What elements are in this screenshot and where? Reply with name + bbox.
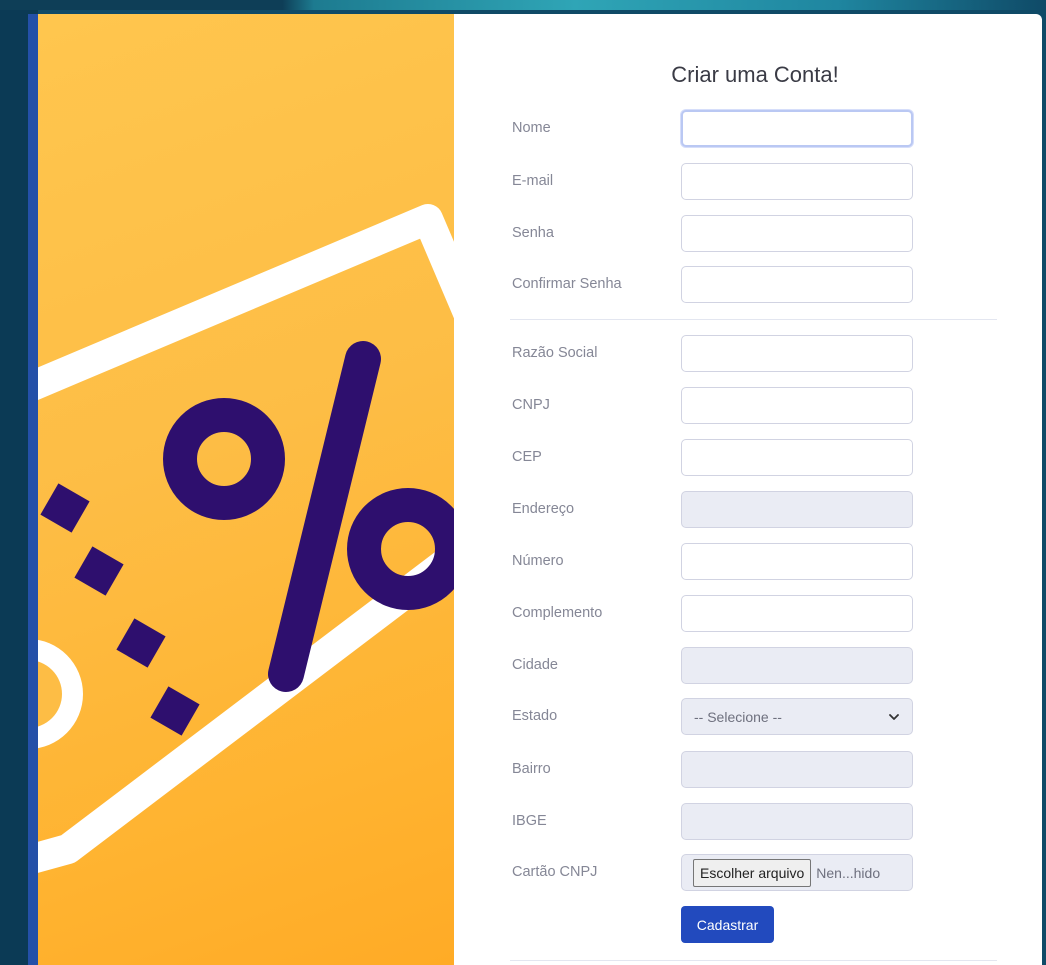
accent-strip (28, 14, 38, 965)
nome-input[interactable] (681, 110, 913, 147)
cidade-row: Cidade (512, 647, 913, 685)
file-status-text: Nen...hido (816, 864, 881, 881)
bairro-input (681, 751, 913, 788)
cartao-cnpj-file-input: Escolher arquivo Nen...hido (681, 854, 913, 891)
register-form: Criar uma Conta! Nome E-mail Senha Confi… (454, 14, 1042, 965)
confirmar-senha-input[interactable] (681, 266, 913, 303)
cartao-cnpj-label: Cartão CNPJ (512, 864, 598, 880)
complemento-row: Complemento (512, 595, 913, 633)
register-card: Criar uma Conta! Nome E-mail Senha Confi… (38, 14, 1042, 965)
confirmar-senha-row: Confirmar Senha (512, 266, 913, 304)
razao-social-label: Razão Social (512, 345, 598, 361)
complemento-input[interactable] (681, 595, 913, 632)
cnpj-label: CNPJ (512, 397, 550, 413)
cep-label: CEP (512, 449, 542, 465)
razao-social-row: Razão Social (512, 335, 913, 373)
complemento-label: Complemento (512, 605, 603, 621)
numero-input[interactable] (681, 543, 913, 580)
bairro-row: Bairro (512, 751, 913, 789)
razao-social-input[interactable] (681, 335, 913, 372)
background-top-stripe (0, 0, 1046, 10)
endereco-row: Endereço (512, 491, 913, 529)
form-title: Criar uma Conta! (671, 62, 839, 87)
ibge-row: IBGE (512, 803, 913, 841)
email-label: E-mail (512, 173, 554, 189)
estado-label: Estado (512, 708, 558, 724)
senha-label: Senha (512, 225, 554, 241)
section-divider (510, 319, 997, 320)
endereco-label: Endereço (512, 501, 575, 517)
numero-row: Número (512, 543, 913, 581)
chevron-down-icon (889, 713, 899, 720)
choose-file-button[interactable]: Escolher arquivo (693, 858, 812, 887)
endereco-input (681, 491, 913, 528)
email-row: E-mail (512, 163, 913, 201)
ibge-input (681, 803, 913, 840)
email-input[interactable] (681, 163, 913, 200)
estado-row: Estado -- Selecione -- (512, 698, 913, 736)
nome-row: Nome (512, 110, 913, 148)
cnpj-input[interactable] (681, 387, 913, 424)
cidade-label: Cidade (512, 657, 558, 673)
senha-input[interactable] (681, 215, 913, 252)
cadastrar-button[interactable]: Cadastrar (681, 906, 774, 943)
senha-row: Senha (512, 215, 913, 253)
cnpj-row: CNPJ (512, 387, 913, 425)
cartao-cnpj-row: Cartão CNPJ Escolher arquivo Nen...hido (512, 854, 913, 892)
ibge-label: IBGE (512, 813, 547, 829)
cep-input[interactable] (681, 439, 913, 476)
illustration-panel (38, 14, 454, 965)
estado-select[interactable]: -- Selecione -- (681, 698, 913, 735)
discount-tag-icon (38, 204, 454, 873)
cep-row: CEP (512, 439, 913, 477)
confirmar-senha-label: Confirmar Senha (512, 276, 622, 292)
bottom-divider (510, 960, 997, 961)
cidade-input (681, 647, 913, 684)
bairro-label: Bairro (512, 761, 551, 777)
numero-label: Número (512, 553, 564, 569)
nome-label: Nome (512, 120, 551, 136)
estado-selected-value: -- Selecione -- (694, 708, 782, 725)
